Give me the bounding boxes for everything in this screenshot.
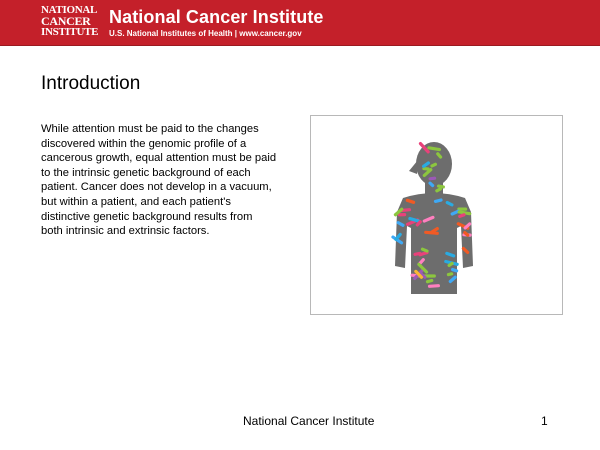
org-name: National Cancer Institute	[109, 7, 324, 27]
slide-title: Introduction	[41, 73, 141, 94]
nci-logo: NATIONAL CANCER INSTITUTE	[41, 5, 99, 41]
footer-org-name: National Cancer Institute	[243, 414, 375, 428]
logo-line-3: INSTITUTE	[41, 26, 99, 38]
figure-frame	[310, 115, 563, 315]
org-subtitle: U.S. National Institutes of Health | www…	[109, 29, 302, 38]
slide-body-text: While attention must be paid to the chan…	[41, 123, 277, 238]
human-silhouette-chromosomes-icon	[391, 142, 473, 294]
header-banner: NATIONAL CANCER INSTITUTE National Cance…	[0, 0, 600, 46]
page-number: 1	[541, 414, 548, 428]
